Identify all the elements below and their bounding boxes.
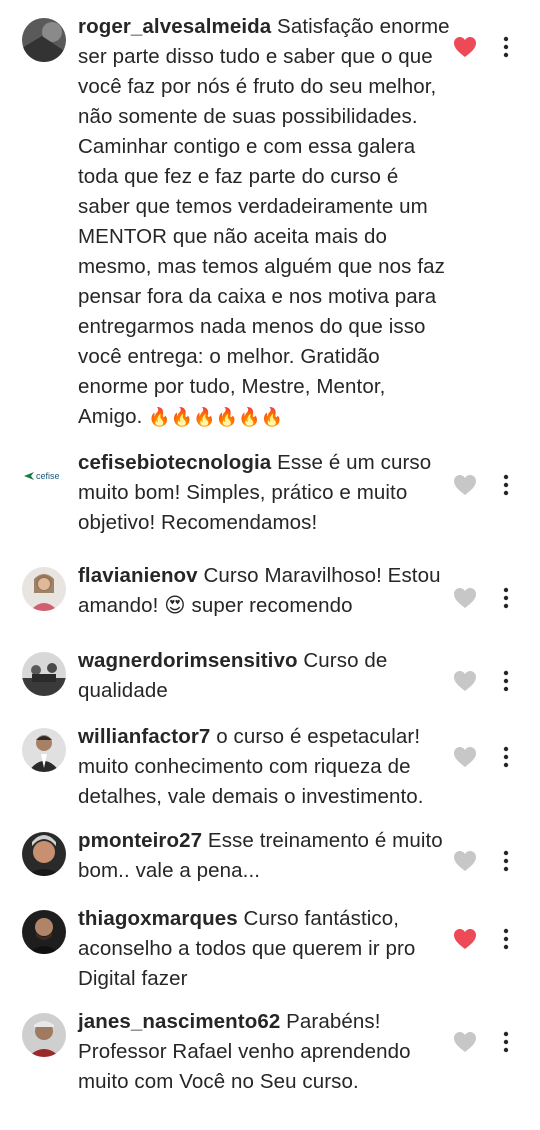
comment-username[interactable]: wagnerdorimsensitivo bbox=[78, 649, 298, 672]
comment-text: thiagoxmarques Curso fantástico, aconsel… bbox=[78, 904, 450, 994]
heart-icon[interactable] bbox=[453, 670, 477, 692]
more-options-icon[interactable] bbox=[496, 849, 516, 873]
more-options-icon[interactable] bbox=[496, 1030, 516, 1054]
comment-username[interactable]: thiagoxmarques bbox=[78, 907, 238, 930]
comment-text: janes_nascimento62 Parabéns! Professor R… bbox=[78, 1007, 450, 1097]
heart-icon[interactable] bbox=[453, 746, 477, 768]
comment-text: roger_alvesalmeida Satisfação enorme ser… bbox=[78, 12, 450, 432]
comment-username[interactable]: cefisebiotecnologia bbox=[78, 451, 271, 474]
heart-icon[interactable] bbox=[453, 850, 477, 872]
fire-emoji: 🔥🔥🔥🔥🔥🔥 bbox=[148, 407, 284, 427]
avatar[interactable] bbox=[22, 728, 66, 772]
comment-text: pmonteiro27 Esse treinamento é muito bom… bbox=[78, 826, 450, 886]
avatar[interactable] bbox=[22, 1013, 66, 1057]
comment-text: wagnerdorimsensitivo Curso de qualidade bbox=[78, 646, 450, 706]
heart-icon[interactable] bbox=[453, 1031, 477, 1053]
cefise-logo-text: cefise bbox=[36, 471, 60, 481]
heart-icon[interactable] bbox=[453, 36, 477, 58]
avatar[interactable] bbox=[22, 652, 66, 696]
avatar[interactable]: cefise bbox=[22, 454, 66, 498]
comment-username[interactable]: willianfactor7 bbox=[78, 725, 210, 748]
avatar[interactable] bbox=[22, 567, 66, 611]
comment-text: willianfactor7 o curso é espetacular! mu… bbox=[78, 722, 450, 812]
heart-icon[interactable] bbox=[453, 587, 477, 609]
more-options-icon[interactable] bbox=[496, 473, 516, 497]
comment-username[interactable]: roger_alvesalmeida bbox=[78, 15, 271, 38]
more-options-icon[interactable] bbox=[496, 586, 516, 610]
more-options-icon[interactable] bbox=[496, 35, 516, 59]
comment-text: cefisebiotecnologia Esse é um curso muit… bbox=[78, 448, 450, 538]
comment-body: Satisfação enorme ser parte disso tudo e… bbox=[78, 15, 450, 428]
comment-username[interactable]: pmonteiro27 bbox=[78, 829, 202, 852]
avatar[interactable] bbox=[22, 832, 66, 876]
more-options-icon[interactable] bbox=[496, 745, 516, 769]
avatar[interactable] bbox=[22, 910, 66, 954]
heart-icon[interactable] bbox=[453, 474, 477, 496]
comment-username[interactable]: flavianienov bbox=[78, 564, 198, 587]
more-options-icon[interactable] bbox=[496, 927, 516, 951]
comment-text: flavianienov Curso Maravilhoso! Estou am… bbox=[78, 561, 450, 621]
comment-username[interactable]: janes_nascimento62 bbox=[78, 1010, 280, 1033]
avatar[interactable] bbox=[22, 18, 66, 62]
heart-icon[interactable] bbox=[453, 928, 477, 950]
more-options-icon[interactable] bbox=[496, 669, 516, 693]
